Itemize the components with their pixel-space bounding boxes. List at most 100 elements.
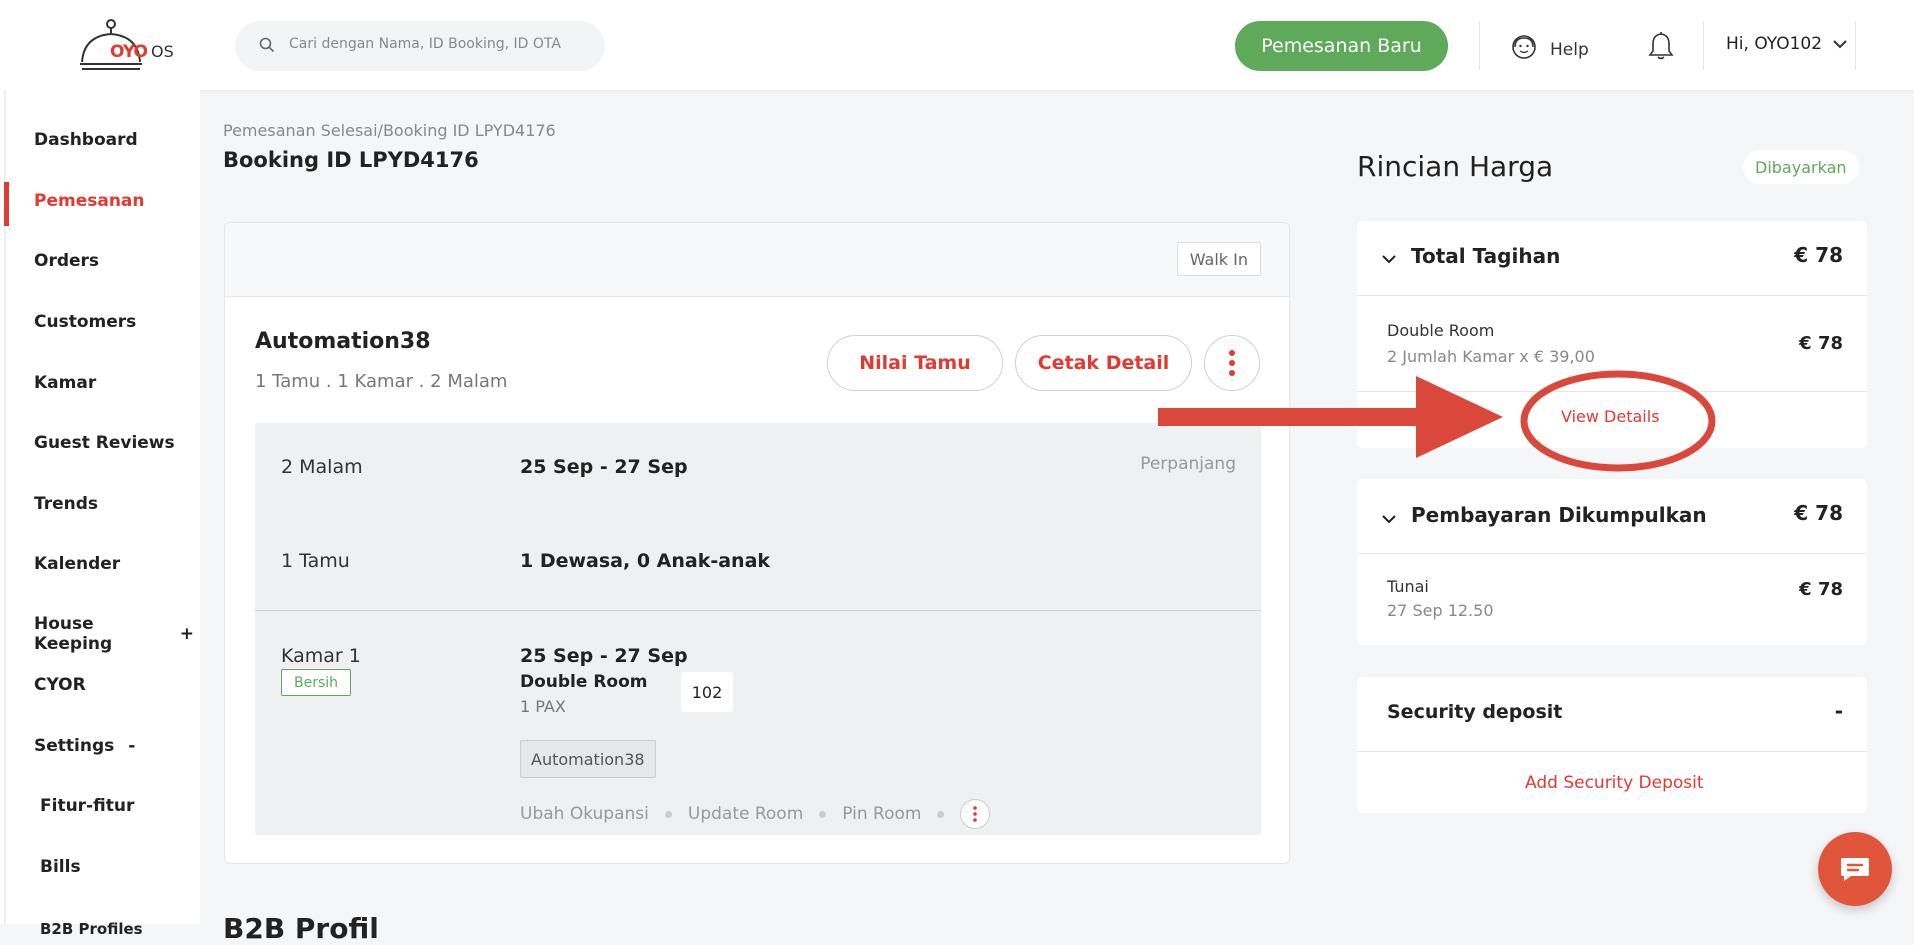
sidebar-item-bills[interactable]: Bills: [40, 857, 200, 877]
sidebar-item-label: Kalender: [34, 554, 121, 574]
sidebar-item-house-keeping[interactable]: House Keeping +: [34, 614, 194, 654]
kebab-icon: [973, 806, 978, 822]
change-occupancy-link[interactable]: Ubah Okupansi: [520, 804, 649, 824]
sidebar-item-label: Pemesanan: [34, 191, 145, 211]
support-icon: [1510, 33, 1538, 66]
line-item-name: Double Room: [1387, 321, 1495, 340]
pin-room-link[interactable]: Pin Room: [842, 804, 921, 824]
header-divider: [1703, 22, 1704, 70]
user-greeting: Hi, OYO102: [1726, 34, 1823, 54]
logo-suffix: OS: [151, 42, 174, 61]
stay-details: 2 Malam 25 Sep - 27 Sep Perpanjang 1 Tam…: [255, 423, 1261, 835]
sidebar-item-kamar[interactable]: Kamar: [34, 373, 194, 393]
sidebar-item-dashboard[interactable]: Dashboard: [34, 130, 194, 150]
room-dates: 25 Sep - 27 Sep: [520, 645, 688, 667]
guests-detail: 1 Dewasa, 0 Anak-anak: [520, 550, 771, 572]
room-type: Double Room: [520, 672, 648, 692]
page-title: Booking ID LPYD4176: [223, 148, 479, 172]
breadcrumb-parent[interactable]: Pemesanan Selesai: [223, 121, 378, 140]
security-deposit-value: -: [1834, 699, 1843, 723]
sidebar-item-label: Fitur-fitur: [40, 796, 135, 816]
sidebar-item-settings[interactable]: Settings -: [34, 736, 194, 756]
search-input[interactable]: Cari dengan Nama, ID Booking, ID OTA: [235, 21, 605, 71]
chevron-down-icon[interactable]: [1381, 249, 1397, 268]
security-deposit-label: Security deposit: [1387, 701, 1563, 723]
header-divider: [1479, 22, 1480, 70]
divider: [1357, 553, 1867, 554]
breadcrumb-current: Booking ID LPYD4176: [382, 121, 556, 140]
section-divider: [255, 610, 1261, 611]
sidebar-item-label: House Keeping: [34, 614, 113, 654]
new-booking-button[interactable]: Pemesanan Baru: [1235, 21, 1448, 71]
payments-collected-card: Pembayaran Dikumpulkan € 78 Tunai 27 Sep…: [1357, 479, 1867, 645]
notification-bell-icon[interactable]: [1648, 31, 1674, 65]
sidebar-item-label: CYOR: [34, 675, 86, 695]
room-status-badge: Bersih: [281, 669, 352, 696]
sidebar-item-trends[interactable]: Trends: [34, 494, 194, 514]
total-bill-label[interactable]: Total Tagihan: [1411, 244, 1560, 268]
sidebar-item-pemesanan[interactable]: Pemesanan: [34, 191, 194, 211]
chat-button[interactable]: [1818, 832, 1892, 906]
update-room-link[interactable]: Update Room: [688, 804, 803, 824]
security-deposit-card: Security deposit - Add Security Deposit: [1357, 677, 1867, 813]
payments-collected-amount: € 78: [1794, 501, 1843, 525]
guest-tag: Automation38: [520, 740, 656, 778]
room-more-options-button[interactable]: [960, 799, 991, 829]
sidebar-item-label: Orders: [34, 251, 100, 271]
payments-collected-label[interactable]: Pembayaran Dikumpulkan: [1411, 503, 1707, 527]
sidebar-item-label: Kamar: [34, 373, 97, 393]
payment-method: Tunai: [1387, 577, 1429, 596]
divider: [1357, 295, 1867, 296]
sidebar-item-cyor[interactable]: CYOR: [34, 675, 194, 695]
rate-guest-button[interactable]: Nilai Tamu: [827, 335, 1003, 391]
sidebar-item-customers[interactable]: Customers: [34, 312, 194, 332]
user-menu[interactable]: Hi, OYO102: [1726, 34, 1848, 54]
sidebar-item-kalender[interactable]: Kalender: [34, 554, 194, 574]
annotation-arrow: [1158, 376, 1503, 458]
separator-dot: [819, 810, 827, 818]
room-pax: 1 PAX: [520, 697, 566, 716]
search-placeholder: Cari dengan Nama, ID Booking, ID OTA: [289, 36, 561, 52]
sidebar-item-guest-reviews[interactable]: Guest Reviews: [34, 433, 194, 453]
logo-wordmark: OYO: [110, 42, 148, 62]
room-number-badge[interactable]: 102: [681, 672, 733, 712]
line-item-detail: 2 Jumlah Kamar x € 39,00: [1387, 347, 1595, 366]
chat-icon: [1841, 858, 1869, 881]
payment-status-badge: Dibayarkan: [1743, 150, 1859, 184]
payment-date: 27 Sep 12.50: [1387, 601, 1494, 620]
room-actions: Ubah Okupansi Update Room Pin Room: [520, 799, 991, 829]
active-indicator: [4, 182, 9, 226]
add-security-deposit-button[interactable]: Add Security Deposit: [1525, 773, 1704, 793]
oyo-logo[interactable]: OYO OS: [78, 18, 188, 74]
sidebar-item-orders[interactable]: Orders: [34, 251, 194, 271]
expand-icon[interactable]: +: [180, 624, 194, 644]
divider: [1357, 751, 1867, 752]
price-details-title: Rincian Harga: [1357, 150, 1554, 183]
room-label: Kamar 1: [281, 645, 361, 667]
total-bill-amount: € 78: [1794, 243, 1843, 267]
sidebar-item-label: Customers: [34, 312, 137, 332]
help-button[interactable]: Help: [1510, 33, 1589, 66]
sidebar-item-label: Settings: [34, 736, 115, 756]
breadcrumb: Pemesanan Selesai/Booking ID LPYD4176: [223, 121, 556, 140]
sidebar-item-label: Bills: [40, 857, 81, 877]
sidebar-item-fitur-fitur[interactable]: Fitur-fitur: [40, 796, 200, 816]
payment-amount: € 78: [1799, 579, 1843, 600]
help-label: Help: [1550, 39, 1589, 60]
guests-label: 1 Tamu: [281, 550, 350, 572]
search-icon: [259, 37, 275, 57]
sidebar-item-label: Dashboard: [34, 130, 138, 150]
sidebar-item-label: Guest Reviews: [34, 433, 175, 453]
sidebar-item-b2b-profiles[interactable]: B2B Profiles: [40, 920, 143, 938]
separator-dot: [664, 810, 672, 818]
booking-card-header: Walk In: [225, 223, 1289, 297]
top-bar: OYO OS Cari dengan Nama, ID Booking, ID …: [0, 0, 1914, 90]
source-badge: Walk In: [1176, 242, 1261, 276]
guest-name: Automation38: [255, 329, 431, 354]
chevron-down-icon: [1833, 40, 1847, 49]
booking-card: Walk In Automation38 1 Tamu . 1 Kamar . …: [224, 222, 1290, 864]
chevron-down-icon[interactable]: [1381, 509, 1397, 528]
annotation-ellipse: [1520, 370, 1716, 472]
collapse-icon[interactable]: -: [128, 736, 135, 756]
sidebar-item-label: Trends: [34, 494, 99, 514]
